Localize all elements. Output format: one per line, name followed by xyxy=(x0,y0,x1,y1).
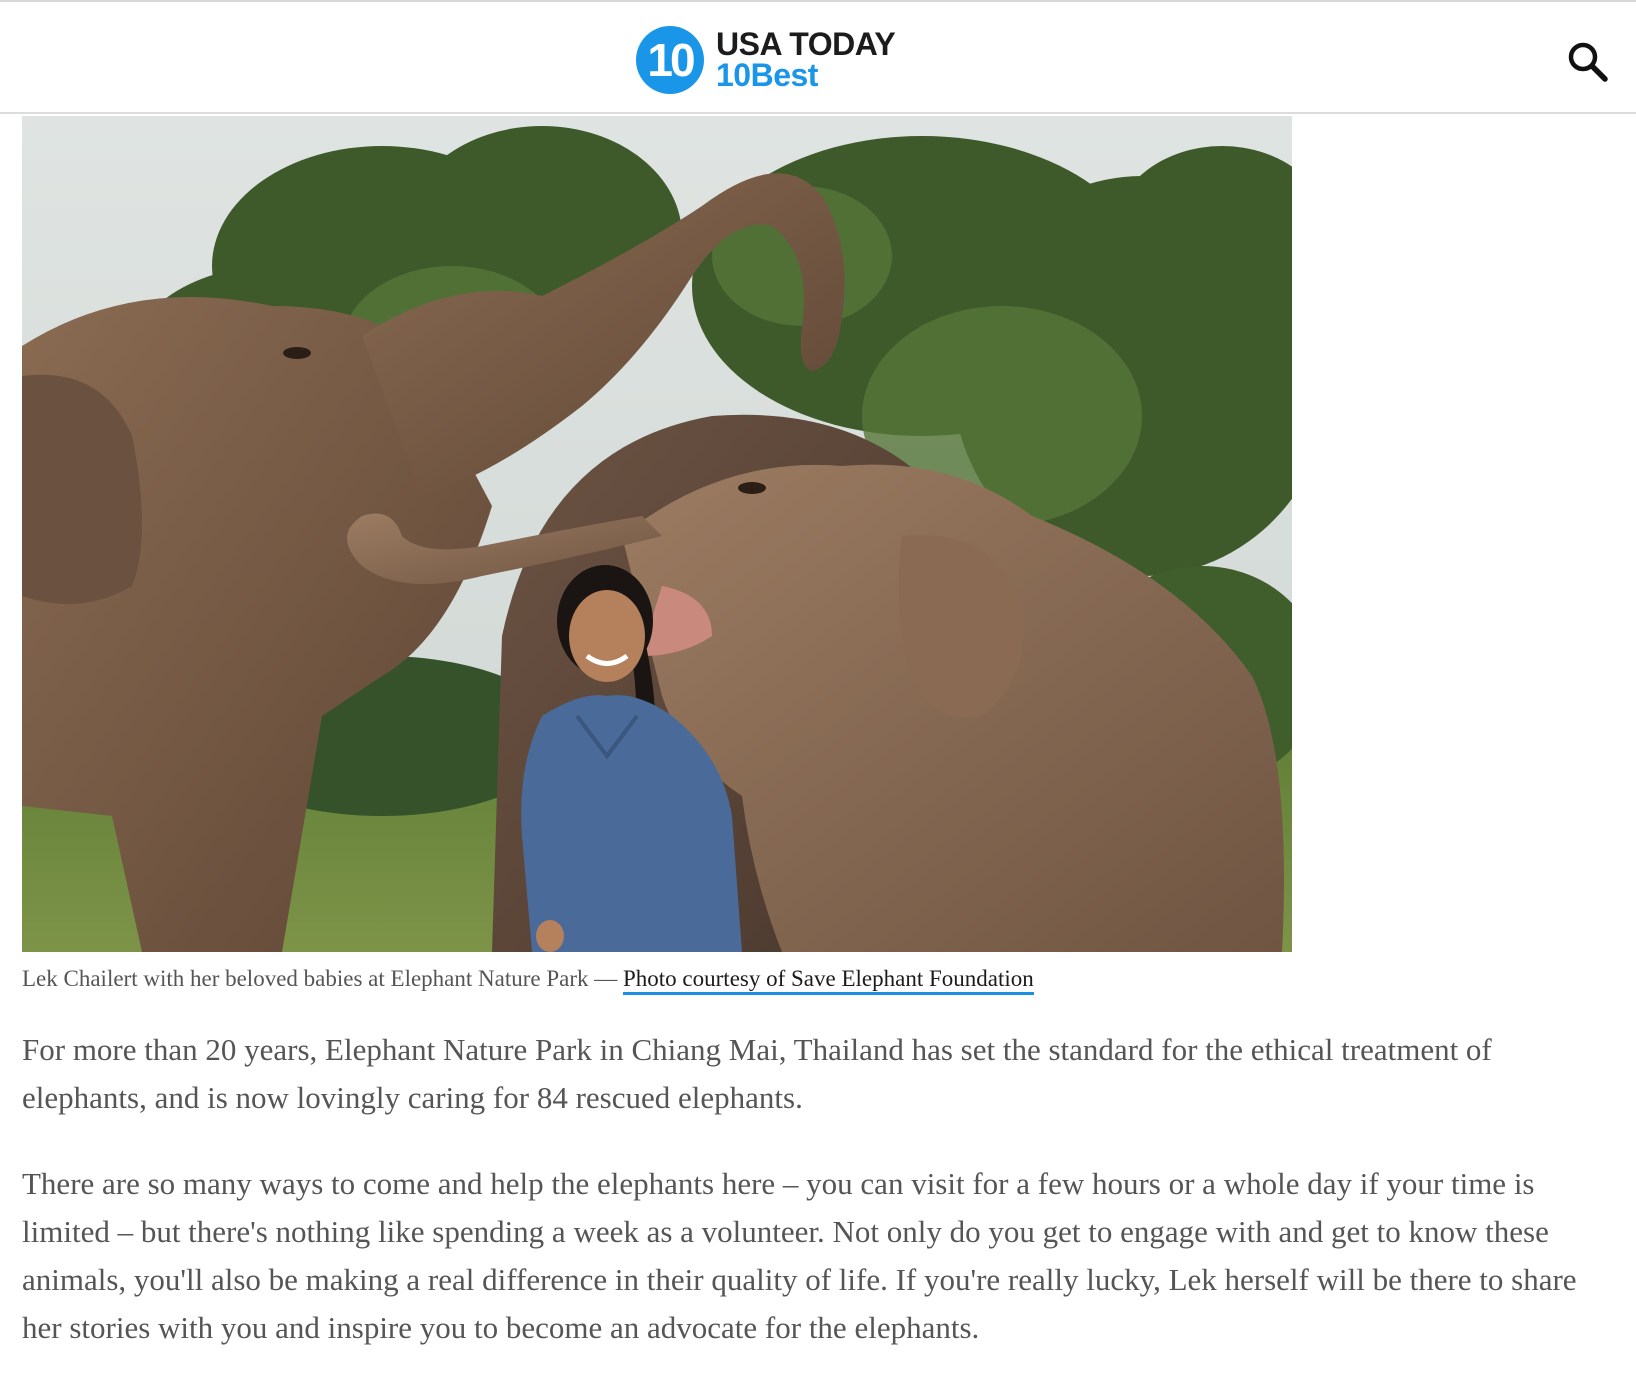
site-header: 10 USA TODAY 10Best xyxy=(0,2,1636,114)
hero-photo xyxy=(22,116,1292,952)
article-paragraph-2: There are so many ways to come and help … xyxy=(22,1166,1577,1345)
logo-subtitle: 10Best xyxy=(716,57,818,93)
photo-credit-link[interactable]: Photo courtesy of Save Elephant Foundati… xyxy=(623,966,1034,995)
caption-text: Lek Chailert with her beloved babies at … xyxy=(22,966,623,991)
search-button[interactable] xyxy=(1566,40,1610,84)
site-logo[interactable]: 10 USA TODAY 10Best xyxy=(636,26,896,94)
article-paragraph-1: For more than 20 years, Elephant Nature … xyxy=(22,1032,1492,1115)
photo-caption: Lek Chailert with her beloved babies at … xyxy=(22,964,1622,995)
logo-wordmark: USA TODAY 10Best xyxy=(716,26,896,93)
logo-title: USA TODAY xyxy=(716,26,896,62)
page: 10 USA TODAY 10Best Lek Chailert with he… xyxy=(0,0,1636,1398)
article-body: Lek Chailert with her beloved babies at … xyxy=(22,116,1622,1352)
logo-badge: 10 xyxy=(636,26,704,94)
search-icon xyxy=(1568,42,1608,82)
